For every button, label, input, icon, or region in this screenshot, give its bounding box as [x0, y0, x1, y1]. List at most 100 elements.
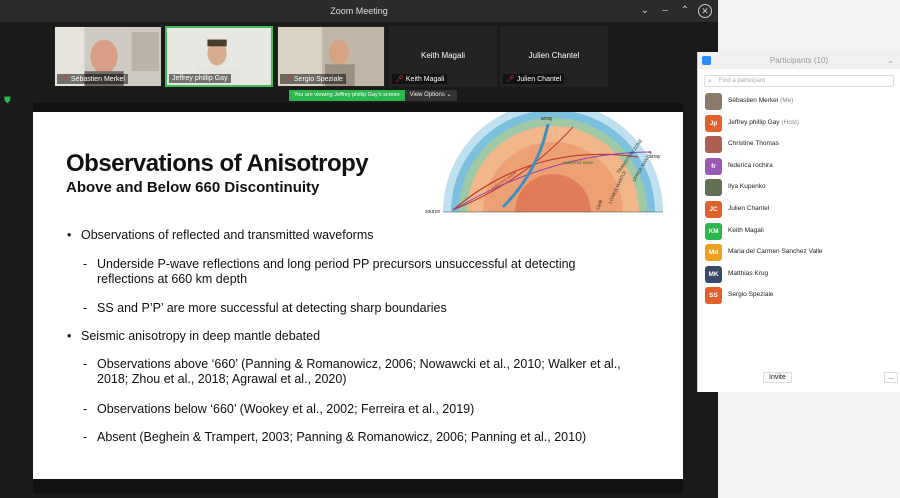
desktop-background	[718, 0, 900, 52]
mic-off-icon: 🎤︎	[60, 76, 69, 83]
video-tile-sebastien[interactable]: 🎤︎ Sébastien Merkel	[54, 26, 162, 87]
tile-caption: 🎤︎ Keith Magali	[392, 74, 448, 84]
video-tile-sergio[interactable]: 🎤︎ Sergio Speziale	[277, 26, 385, 87]
bullet-level-1: • Seismic anisotropy in deep mantle debat…	[67, 329, 601, 344]
participant-name: Maria del Carmen Sanchez Valle	[728, 248, 823, 255]
participant-name-large: Julien Chantel	[528, 51, 580, 60]
participant-name: Ilya Kupenko	[728, 183, 766, 190]
participant-row[interactable]: Md Maria del Carmen Sanchez Valle	[698, 242, 900, 264]
avatar: JC	[705, 200, 722, 218]
participant-name-text: Julien Chantel	[728, 204, 770, 212]
tile-caption: 🎤︎ Sergio Speziale	[280, 74, 346, 84]
participants-title: Participants (10)	[769, 56, 829, 65]
diagram-label-scattered: scattered wave	[563, 160, 594, 165]
bullet-marker: -	[83, 357, 88, 371]
bullet-text: Observations below ‘660’ (Wookey et al.,…	[97, 402, 475, 416]
participant-row[interactable]: SS Sergio Speziale	[698, 285, 900, 307]
participant-name-text: Maria del Carmen Sanchez Valle	[728, 248, 823, 256]
desktop-background-bottom	[718, 392, 900, 498]
participant-row[interactable]: Jp Jeffrey phillip Gay (Host)	[698, 113, 900, 135]
avatar-photo	[705, 136, 722, 154]
video-tile-jeffrey[interactable]: Jeffrey phillip Gay	[165, 26, 273, 87]
participant-row[interactable]: Ilya Kupenko	[698, 177, 900, 199]
participant-list: Sébastien Merkel (Me) Jp Jeffrey phillip G…	[698, 91, 900, 307]
diagram-label-source: source	[425, 209, 440, 215]
bullet-text: Observations above ‘660’ (Panning & Roma…	[97, 357, 621, 386]
participants-panel: Participants (10) ⌄ ⌕ Find a participant…	[697, 52, 900, 392]
zoom-window: Zoom Meeting ⌄ – ⌃ ✕ 🎤︎Sébastien Merkel	[0, 0, 718, 498]
participant-name: Julien Chantel	[728, 205, 769, 212]
chevron-down-icon[interactable]: ⌄	[887, 52, 894, 69]
video-tile-julien[interactable]: Julien Chantel 🎤︎ Julien Chantel	[500, 26, 608, 87]
participant-name: Christine Thomas	[728, 140, 779, 147]
invite-button[interactable]: Invite	[763, 372, 792, 383]
participant-name: Sergio Speziale	[293, 75, 343, 83]
search-icon: ⌕	[708, 78, 712, 85]
participant-role: (Host)	[781, 118, 800, 126]
participant-row[interactable]: fr federica rochira	[698, 156, 900, 178]
bullet-marker: -	[83, 301, 88, 315]
video-gallery-strip: 🎤︎ Sébastien Merkel Jeffrey phillip Gay 🎤…	[0, 22, 718, 90]
earth-cross-section-diagram: array array source scattered wave reflec…	[425, 112, 663, 215]
mic-off-icon: 🎤︎	[283, 76, 292, 83]
participant-name-text: Sébastien Merkel	[728, 97, 779, 104]
participant-row[interactable]: KM Keith Magali	[698, 221, 900, 243]
avatar: KM	[705, 222, 722, 240]
participant-row[interactable]: Sébastien Merkel (Me)	[698, 91, 900, 113]
chevron-down-icon: ⌄	[446, 92, 452, 98]
participant-name: Sergio Speziale	[728, 291, 774, 298]
shared-screen: Observations of Anisotropy Above and Bel…	[33, 103, 683, 493]
tile-caption: Jeffrey phillip Gay	[169, 74, 231, 83]
presentation-slide: Observations of Anisotropy Above and Bel…	[33, 112, 683, 479]
avatar-photo	[705, 179, 722, 197]
video-tile-keith[interactable]: Keith Magali 🎤︎ Keith Magali	[389, 26, 497, 87]
participant-name: Matthias Krug	[728, 270, 768, 277]
screen-share-bar: You are viewing Jeffrey phillip Gay's sc…	[289, 90, 457, 101]
avatar: fr	[705, 157, 722, 175]
participant-role: (Me)	[780, 97, 794, 104]
participant-name-text: Sergio Speziale	[728, 291, 774, 299]
bullet-level-1: • Observations of reflected and transmitt…	[67, 228, 461, 243]
participant-search-input[interactable]: ⌕ Find a participant	[704, 75, 894, 87]
participant-name-text: Matthias Krug	[728, 269, 769, 277]
slide-subtitle: Above and Below 660 Discontinuity	[66, 179, 320, 196]
participant-name: Sébastien Merkel (Me)	[728, 97, 793, 104]
participant-row[interactable]: JC Julien Chantel	[698, 199, 900, 221]
mic-off-icon: 🎤︎	[395, 76, 404, 83]
more-options-button[interactable]: ...	[884, 372, 898, 383]
bullet-level-2: - Underside P-wave reflections and long p…	[83, 257, 617, 287]
avatar: Jp	[705, 114, 722, 132]
avatar: SS	[705, 287, 722, 305]
minimize-icon[interactable]: –	[658, 0, 672, 22]
participant-name-large: Keith Magali	[420, 51, 466, 60]
bullet-marker: -	[83, 402, 88, 416]
share-banner: You are viewing Jeffrey phillip Gay's sc…	[289, 90, 405, 101]
view-options-button[interactable]: View Options ⌄	[404, 90, 457, 101]
shield-icon[interactable]: ⛊	[4, 95, 11, 106]
mic-off-icon: 🎤︎	[506, 76, 515, 83]
slide-title: Observations of Anisotropy	[66, 150, 369, 177]
close-icon[interactable]: ✕	[698, 4, 712, 18]
diagram-label-array-top: array	[541, 116, 553, 122]
maximize-icon[interactable]: ⌃	[678, 0, 692, 22]
bullet-marker: •	[67, 228, 72, 242]
participant-row[interactable]: MK Matthias Krug	[698, 264, 900, 286]
bullet-level-2: - SS and P’P’ are more successful at dete…	[83, 301, 617, 316]
window-title: Zoom Meeting	[330, 6, 388, 16]
bullet-text: Underside P-wave reflections and long pe…	[97, 257, 576, 286]
bullet-marker: •	[67, 329, 72, 343]
participant-name: Keith Magali	[728, 227, 764, 234]
chevron-down-icon[interactable]: ⌄	[638, 0, 652, 22]
bullet-text: Observations of reflected and transmitte…	[81, 228, 374, 242]
participants-header: Participants (10) ⌄	[698, 52, 900, 69]
avatar: Md	[705, 244, 722, 262]
title-bar: Zoom Meeting ⌄ – ⌃ ✕	[0, 0, 718, 22]
bullet-level-2: - Observations above ‘660’ (Panning & Rom…	[83, 357, 627, 387]
bullet-text: SS and P’P’ are more successful at detec…	[97, 301, 447, 315]
view-options-label: View Options	[409, 92, 445, 98]
participant-row[interactable]: Christine Thomas	[698, 134, 900, 156]
bullet-level-2: - Observations below ‘660’ (Wookey et al.…	[83, 402, 627, 417]
bullet-marker: -	[83, 257, 88, 271]
avatar-photo	[705, 93, 722, 110]
search-placeholder: Find a participant	[719, 78, 766, 84]
